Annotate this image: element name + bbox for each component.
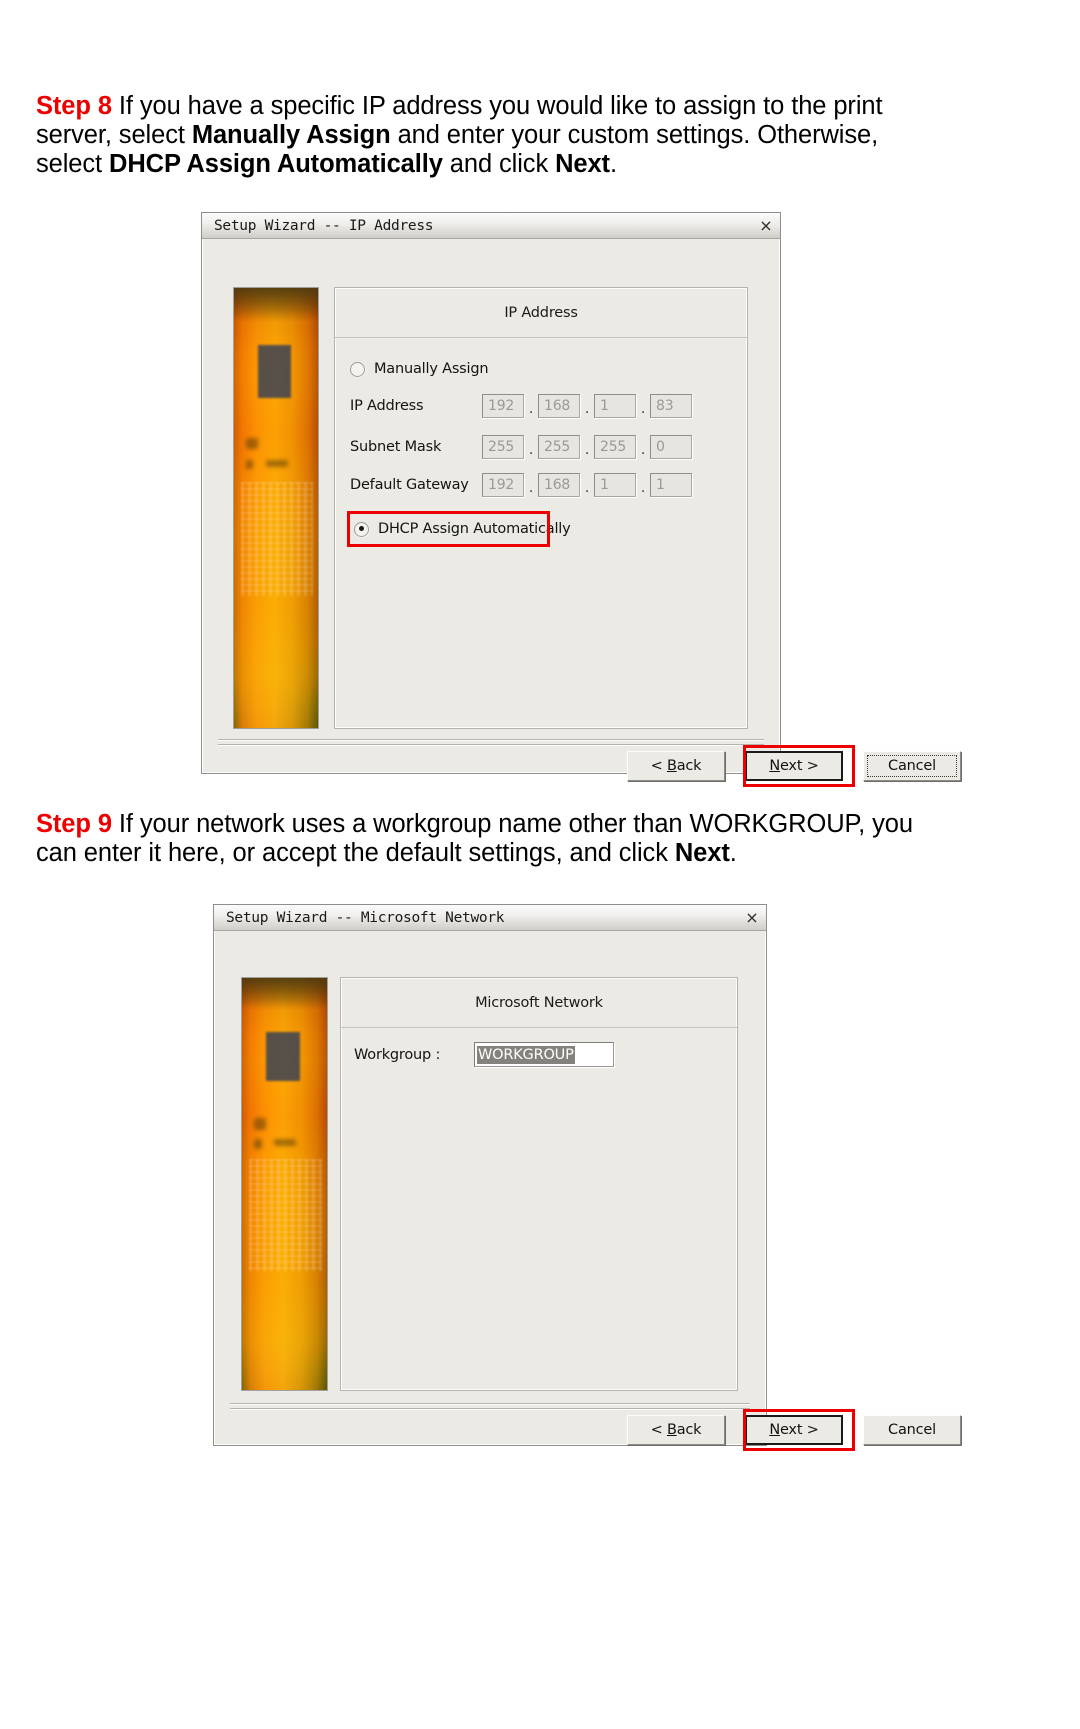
step-9-paragraph: Step 9 If your network uses a workgroup … <box>36 810 936 868</box>
octet-separator: . <box>584 401 590 417</box>
step-8-body: If you have a specific IP address you wo… <box>36 92 883 178</box>
octet-1[interactable]: 192 <box>482 394 524 418</box>
back-button-label: < Back <box>650 758 702 774</box>
cancel-button-label: Cancel <box>888 1422 936 1438</box>
close-icon[interactable]: × <box>756 217 776 235</box>
step-9-label: Step 9 <box>36 810 112 838</box>
octet-separator: . <box>528 442 534 458</box>
setup-wizard-ip-address-dialog[interactable]: Setup Wizard -- IP Address × IP Address … <box>201 212 961 787</box>
wizard-banner-image <box>233 287 319 729</box>
footer-separator-bottom <box>230 1408 750 1410</box>
octet-4[interactable]: 1 <box>650 473 692 497</box>
octet-1[interactable]: 255 <box>482 435 524 459</box>
radio-manually-assign-label: Manually Assign <box>374 361 489 377</box>
octet-separator: . <box>640 401 646 417</box>
content-panel-ip: IP Address <box>334 287 748 729</box>
octet-separator: . <box>640 442 646 458</box>
octet-2[interactable]: 168 <box>538 473 580 497</box>
octet-separator: . <box>528 401 534 417</box>
octets-ip-address: 192 . 168 . 1 . 83 <box>482 394 692 418</box>
radio-manually-assign-indicator[interactable] <box>350 361 365 377</box>
cancel-button-label: Cancel <box>888 758 936 774</box>
field-row-ip-address: IP Address 192 . 168 . 1 . 83 <box>350 394 692 418</box>
radio-dhcp-label: DHCP Assign Automatically <box>378 521 571 537</box>
close-icon[interactable]: × <box>742 909 762 927</box>
octet-2[interactable]: 255 <box>538 435 580 459</box>
octet-4[interactable]: 0 <box>650 435 692 459</box>
footer-separator-top <box>218 739 764 741</box>
label-default-gateway: Default Gateway <box>350 477 469 493</box>
step-8-paragraph: Step 8 If you have a specific IP address… <box>36 92 936 179</box>
octet-separator: . <box>584 480 590 496</box>
next-button-label: Next > <box>769 758 819 774</box>
step-8-label: Step 8 <box>36 92 112 120</box>
back-button[interactable]: < Back <box>627 751 725 781</box>
octet-1[interactable]: 192 <box>482 473 524 497</box>
back-button-label: < Back <box>650 1422 702 1438</box>
dialog-buttons-ip: < Back Next > Cancel <box>627 751 961 781</box>
workgroup-row: Workgroup : WORKGROUP <box>354 1042 614 1067</box>
footer-separator-top <box>230 1403 750 1405</box>
next-button-label: Next > <box>769 1422 819 1438</box>
dialog-buttons-msnet: < Back Next > Cancel <box>627 1415 961 1445</box>
titlebar-ip[interactable]: Setup Wizard -- IP Address × <box>202 213 780 239</box>
octet-3[interactable]: 255 <box>594 435 636 459</box>
label-ip-address: IP Address <box>350 398 424 414</box>
step-9-body: If your network uses a workgroup name ot… <box>36 810 913 867</box>
panel-header-ip: IP Address <box>335 288 747 338</box>
next-button[interactable]: Next > <box>745 751 843 781</box>
octet-4[interactable]: 83 <box>650 394 692 418</box>
radio-manually-assign[interactable]: Manually Assign <box>350 361 489 377</box>
dialog-title-msnet: Setup Wizard -- Microsoft Network <box>226 909 505 926</box>
radio-dhcp-assign-automatically[interactable]: DHCP Assign Automatically <box>354 521 571 537</box>
next-button[interactable]: Next > <box>745 1415 843 1445</box>
octets-default-gateway: 192 . 168 . 1 . 1 <box>482 473 692 497</box>
octet-separator: . <box>640 480 646 496</box>
octet-separator: . <box>528 480 534 496</box>
panel-header-msnet: Microsoft Network <box>341 978 737 1028</box>
back-button[interactable]: < Back <box>627 1415 725 1445</box>
content-panel-msnet: Microsoft Network <box>340 977 738 1391</box>
workgroup-label: Workgroup : <box>354 1046 441 1063</box>
dialog-title-ip: Setup Wizard -- IP Address <box>214 217 434 234</box>
dialog-body-msnet: Microsoft Network Workgroup : WORKGROUP … <box>214 931 961 1451</box>
octet-3[interactable]: 1 <box>594 394 636 418</box>
field-row-default-gateway: Default Gateway 192 . 168 . 1 . 1 <box>350 473 692 497</box>
octet-separator: . <box>584 442 590 458</box>
cancel-button[interactable]: Cancel <box>863 751 961 781</box>
wizard-banner-image <box>241 977 328 1391</box>
dialog-body-ip: IP Address Manually Assign IP Address 19… <box>202 239 961 787</box>
label-subnet-mask: Subnet Mask <box>350 439 442 455</box>
workgroup-input-value: WORKGROUP <box>477 1045 575 1064</box>
field-row-subnet-mask: Subnet Mask 255 . 255 . 255 . 0 <box>350 435 692 459</box>
octet-2[interactable]: 168 <box>538 394 580 418</box>
workgroup-input[interactable]: WORKGROUP <box>474 1042 614 1067</box>
footer-separator-bottom <box>218 744 764 746</box>
cancel-button[interactable]: Cancel <box>863 1415 961 1445</box>
setup-wizard-microsoft-network-dialog[interactable]: Setup Wizard -- Microsoft Network × Micr… <box>213 904 961 1451</box>
radio-dhcp-indicator[interactable] <box>354 521 369 537</box>
octets-subnet-mask: 255 . 255 . 255 . 0 <box>482 435 692 459</box>
octet-3[interactable]: 1 <box>594 473 636 497</box>
titlebar-msnet[interactable]: Setup Wizard -- Microsoft Network × <box>214 905 766 931</box>
